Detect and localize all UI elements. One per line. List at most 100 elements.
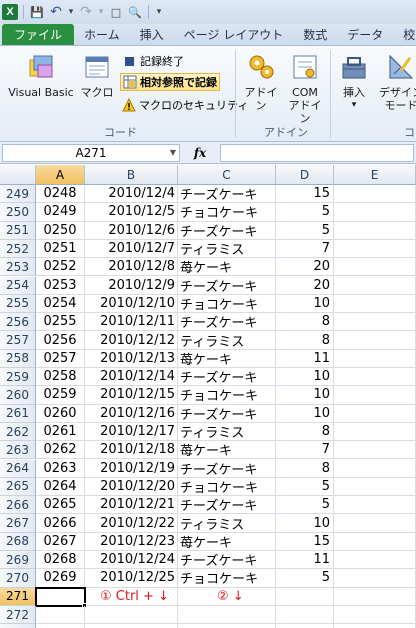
cell-a[interactable]: 0264 — [36, 477, 85, 497]
cell-e[interactable] — [334, 276, 416, 295]
row-header[interactable]: 260 — [0, 386, 36, 405]
column-header-c[interactable]: C — [178, 165, 276, 185]
cell-c[interactable] — [178, 624, 276, 628]
cell-d[interactable]: 11 — [276, 551, 334, 570]
cell-e[interactable] — [334, 203, 416, 222]
cell-a[interactable]: 0258 — [36, 368, 85, 387]
cell-d[interactable]: 8 — [276, 313, 334, 332]
row-header[interactable]: 268 — [0, 532, 36, 551]
cell-a[interactable]: 0252 — [36, 258, 85, 277]
cell-c[interactable]: チョコケーキ — [178, 203, 276, 222]
relative-reference-button[interactable]: 相対参照で記録 — [120, 73, 220, 91]
cell-d[interactable]: 8 — [276, 459, 334, 478]
redo-icon[interactable]: ↷ — [78, 4, 94, 20]
row-header[interactable]: 262 — [0, 422, 36, 442]
row-header[interactable]: 271 — [0, 587, 36, 606]
row-header[interactable]: 263 — [0, 441, 36, 460]
cell-d[interactable]: 5 — [276, 477, 334, 497]
cell-d[interactable]: 15 — [276, 185, 334, 204]
cell-d[interactable]: 5 — [276, 221, 334, 240]
cell-a[interactable]: 0256 — [36, 331, 85, 350]
save-icon[interactable]: 💾 — [29, 4, 45, 20]
cell-c[interactable] — [178, 605, 276, 625]
cell-d[interactable] — [276, 624, 334, 628]
cell-a[interactable]: 0267 — [36, 532, 85, 551]
cell-e[interactable] — [334, 221, 416, 240]
cell-e[interactable] — [334, 514, 416, 533]
tab-home[interactable]: ホーム — [74, 24, 130, 45]
excel-logo-icon[interactable]: X — [2, 4, 18, 20]
row-header[interactable]: 254 — [0, 276, 36, 295]
row-header[interactable]: 266 — [0, 496, 36, 515]
cell-a[interactable]: 0259 — [36, 386, 85, 405]
cell-e[interactable] — [334, 422, 416, 442]
cell-a[interactable]: 0261 — [36, 422, 85, 442]
cell-e[interactable] — [334, 331, 416, 350]
cell-d[interactable]: 10 — [276, 294, 334, 314]
select-all-corner[interactable] — [0, 165, 36, 185]
cell-b[interactable]: 2010/12/18 — [85, 441, 178, 460]
visual-basic-button[interactable]: Visual Basic — [6, 52, 76, 99]
cell-c[interactable]: ティラミス — [178, 331, 276, 350]
undo-dropdown-icon[interactable]: ▾ — [67, 4, 75, 20]
cell-e[interactable] — [334, 441, 416, 460]
cell-c[interactable]: チーズケーキ — [178, 276, 276, 295]
row-header[interactable]: 252 — [0, 239, 36, 259]
cell-a[interactable]: 0248 — [36, 185, 85, 204]
cell-d[interactable]: 10 — [276, 404, 334, 423]
cell-b[interactable]: 2010/12/9 — [85, 276, 178, 295]
cell-a[interactable]: 0269 — [36, 569, 85, 588]
com-addins-button[interactable]: COM アドイン — [284, 52, 326, 125]
row-header[interactable]: 256 — [0, 313, 36, 332]
tab-formulas[interactable]: 数式 — [293, 24, 337, 45]
cell-c[interactable]: 苺ケーキ — [178, 258, 276, 277]
cell-d[interactable]: 8 — [276, 422, 334, 442]
cell-d[interactable]: 11 — [276, 349, 334, 368]
cell-b[interactable]: 2010/12/19 — [85, 459, 178, 478]
tab-data[interactable]: データ — [337, 24, 393, 45]
cell-d[interactable]: 10 — [276, 386, 334, 405]
row-header[interactable]: 250 — [0, 203, 36, 222]
column-header-b[interactable]: B — [85, 165, 178, 185]
cell-e[interactable] — [334, 532, 416, 551]
cell-b[interactable]: 2010/12/7 — [85, 239, 178, 259]
cell-e[interactable] — [334, 587, 416, 606]
cell-c[interactable]: チーズケーキ — [178, 551, 276, 570]
cell-c[interactable]: チーズケーキ — [178, 185, 276, 204]
cell-b[interactable]: 2010/12/21 — [85, 496, 178, 515]
column-header-e[interactable]: E — [334, 165, 416, 185]
cell-b[interactable]: 2010/12/16 — [85, 404, 178, 423]
cell-a[interactable]: 0266 — [36, 514, 85, 533]
cell-c[interactable]: チーズケーキ — [178, 368, 276, 387]
cell-a[interactable]: 0253 — [36, 276, 85, 295]
cell-e[interactable] — [334, 386, 416, 405]
cell-d[interactable]: 5 — [276, 569, 334, 588]
cell-d[interactable]: 10 — [276, 514, 334, 533]
cell-a[interactable]: 0249 — [36, 203, 85, 222]
cell-a[interactable]: 0262 — [36, 441, 85, 460]
tab-review[interactable]: 校閲 — [393, 24, 416, 45]
cell-d[interactable]: 5 — [276, 203, 334, 222]
cell-a[interactable]: 0257 — [36, 349, 85, 368]
cell-e[interactable] — [334, 569, 416, 588]
redo-dropdown-icon[interactable]: ▾ — [97, 4, 105, 20]
cell-e[interactable] — [334, 258, 416, 277]
cell-e[interactable] — [334, 477, 416, 497]
row-header[interactable]: 258 — [0, 349, 36, 368]
cell-b[interactable]: 2010/12/23 — [85, 532, 178, 551]
row-header[interactable]: 265 — [0, 477, 36, 497]
row-header[interactable]: 267 — [0, 514, 36, 533]
cell-e[interactable] — [334, 404, 416, 423]
cell-d[interactable]: 15 — [276, 532, 334, 551]
cell-b[interactable]: 2010/12/10 — [85, 294, 178, 314]
cell-a[interactable]: 0268 — [36, 551, 85, 570]
name-box-dropdown-icon[interactable]: ▼ — [170, 148, 176, 157]
column-header-a[interactable]: A — [36, 165, 85, 185]
tab-page-layout[interactable]: ページ レイアウト — [174, 24, 294, 45]
cell-c[interactable]: チーズケーキ — [178, 404, 276, 423]
row-header[interactable]: 273 — [0, 624, 36, 628]
cell-b[interactable]: 2010/12/25 — [85, 569, 178, 588]
row-header[interactable]: 270 — [0, 569, 36, 588]
cell-c[interactable]: 苺ケーキ — [178, 441, 276, 460]
cell-a[interactable] — [36, 605, 85, 625]
